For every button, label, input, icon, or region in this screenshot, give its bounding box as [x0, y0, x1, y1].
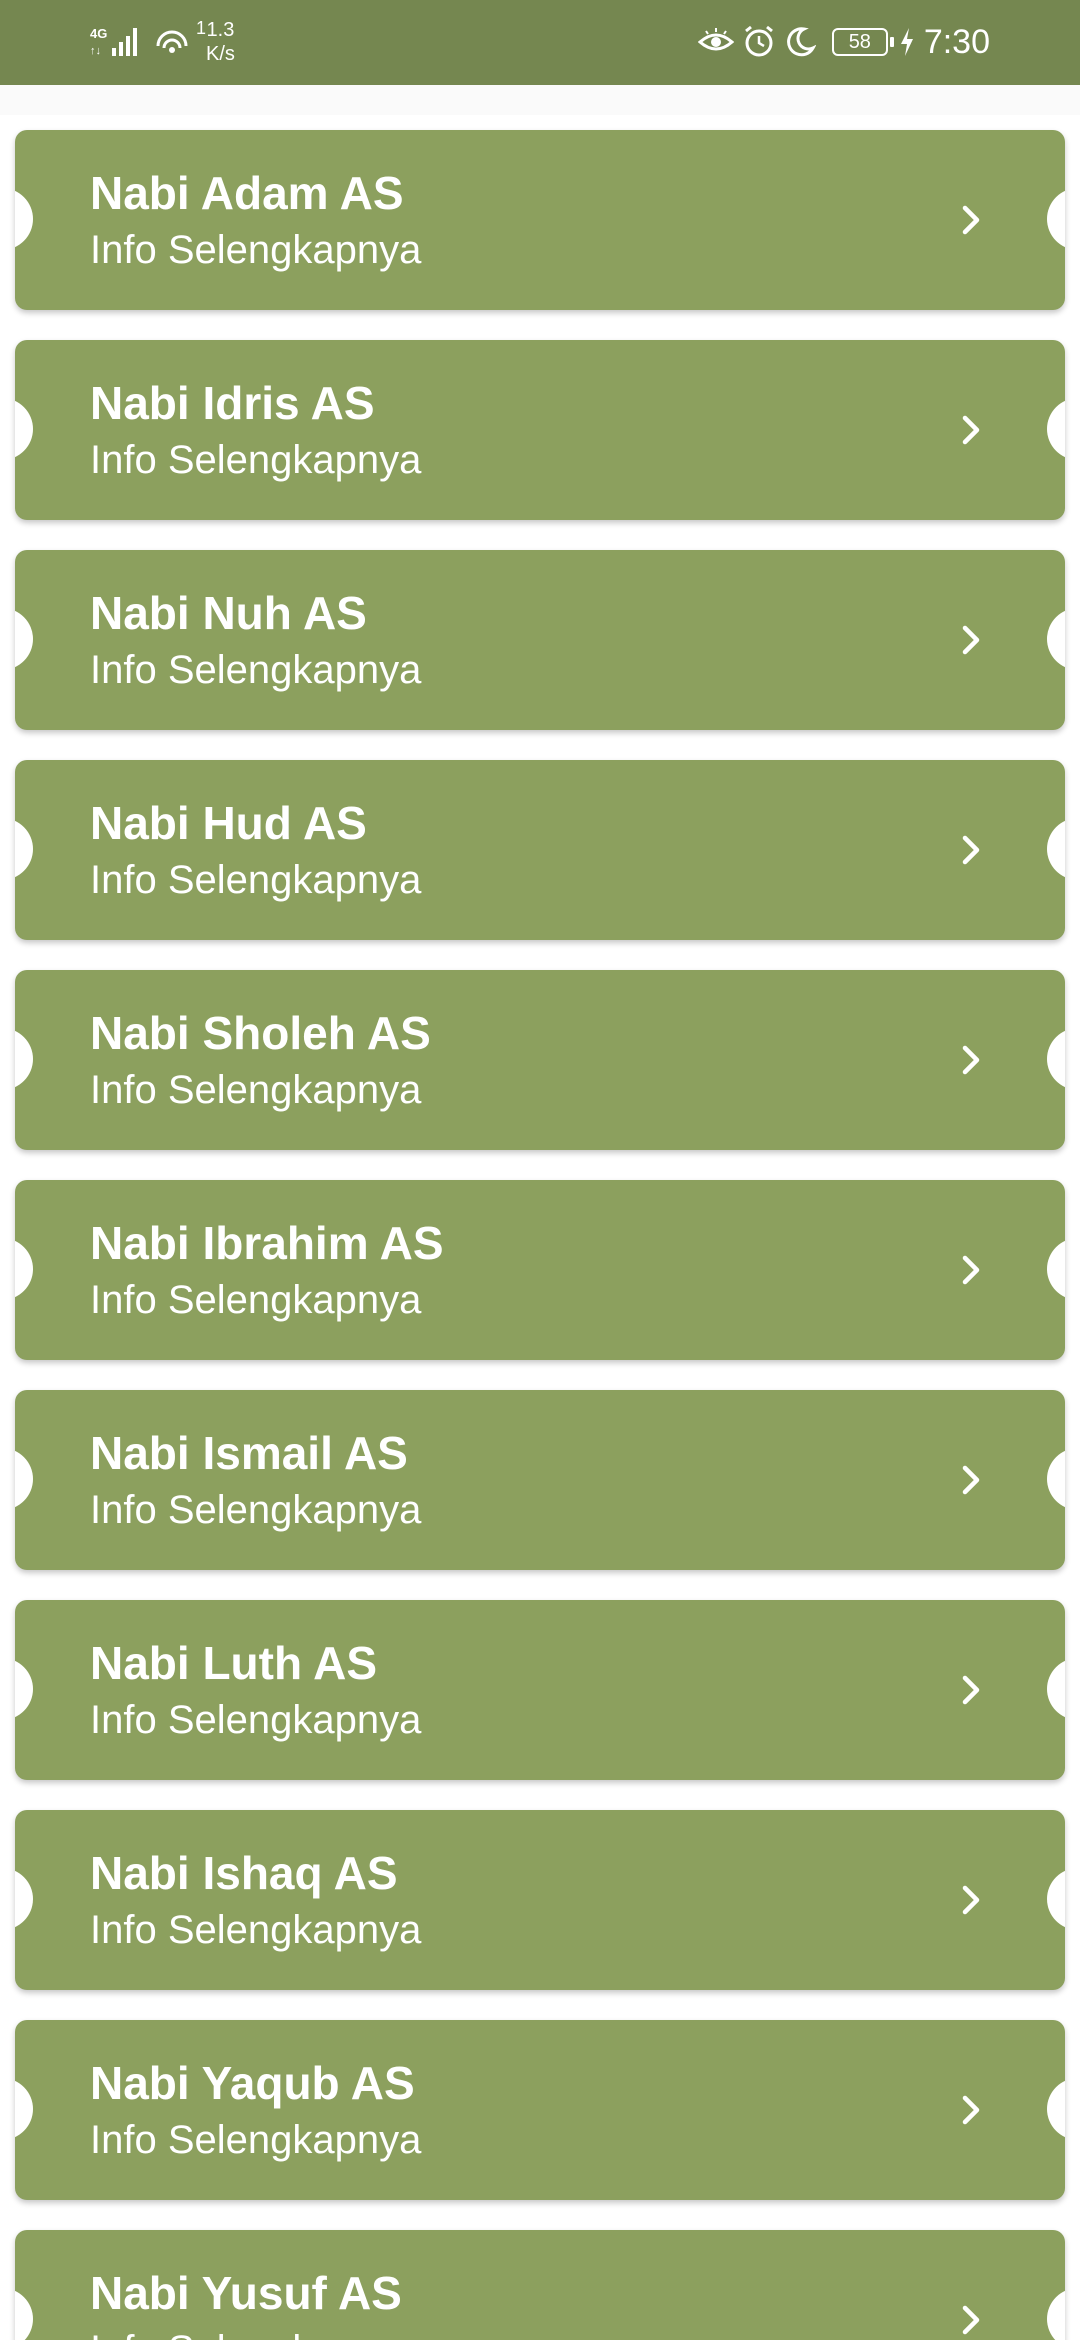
- prophet-name: Nabi Ibrahim AS: [90, 1217, 444, 1269]
- eye-icon: [697, 26, 734, 58]
- prophet-card[interactable]: Nabi Hud AS Info Selengkapnya: [15, 760, 1065, 940]
- alarm-icon: [742, 25, 776, 59]
- info-link-label: Info Selengkapnya: [90, 648, 422, 692]
- chevron-right-icon: [962, 1885, 980, 1915]
- net-speed-value: 1.3: [206, 19, 235, 41]
- prophet-card[interactable]: Nabi Sholeh AS Info Selengkapnya: [15, 970, 1065, 1150]
- status-bar: 4G ↑↓ 1 1.3 K/s 58 7:30: [0, 0, 1080, 85]
- prophet-name: Nabi Nuh AS: [90, 587, 367, 639]
- signal-icon: 4G ↑↓: [88, 24, 144, 60]
- chevron-right-icon: [962, 415, 980, 445]
- clock: 7:30: [923, 22, 990, 61]
- prophet-card[interactable]: Nabi Ibrahim AS Info Selengkapnya: [15, 1180, 1065, 1360]
- prophet-card[interactable]: Nabi Adam AS Info Selengkapnya: [15, 130, 1065, 310]
- network-speed: 1.3 K/s: [206, 18, 235, 66]
- prophet-card[interactable]: Nabi Yusuf AS Info Selengkapnya: [15, 2230, 1065, 2340]
- info-link-label: Info Selengkapnya: [90, 2118, 422, 2162]
- chevron-right-icon: [962, 1465, 980, 1495]
- card-notch-left: [15, 1238, 33, 1300]
- card-notch-left: [15, 818, 33, 880]
- chevron-right-icon: [962, 1675, 980, 1705]
- info-link-label: Info Selengkapnya: [90, 438, 422, 482]
- chevron-right-icon: [962, 1255, 980, 1285]
- info-link-label: Info Selengkapnya: [90, 1068, 422, 1112]
- prophet-card[interactable]: Nabi Idris AS Info Selengkapnya: [15, 340, 1065, 520]
- info-link-label: Info Selengkapnya: [90, 1278, 422, 1322]
- card-notch-right: [1047, 1868, 1065, 1930]
- card-notch-right: [1047, 398, 1065, 460]
- charging-icon: [900, 28, 914, 56]
- prophet-name: Nabi Idris AS: [90, 377, 375, 429]
- card-notch-left: [15, 1868, 33, 1930]
- card-notch-left: [15, 398, 33, 460]
- status-left: 4G ↑↓ 1 1.3 K/s: [88, 18, 235, 66]
- prophet-name: Nabi Ismail AS: [90, 1427, 408, 1479]
- card-notch-right: [1047, 1448, 1065, 1510]
- info-link-label: Info Selengkapnya: [90, 1698, 422, 1742]
- chevron-right-icon: [962, 2305, 980, 2335]
- card-notch-left: [15, 2078, 33, 2140]
- card-notch-right: [1047, 188, 1065, 250]
- card-notch-right: [1047, 2288, 1065, 2340]
- chevron-right-icon: [962, 205, 980, 235]
- chevron-right-icon: [962, 2095, 980, 2125]
- prophet-name: Nabi Luth AS: [90, 1637, 378, 1689]
- battery-level: 58: [831, 28, 894, 56]
- chevron-right-icon: [962, 1045, 980, 1075]
- prophet-card[interactable]: Nabi Ismail AS Info Selengkapnya: [15, 1390, 1065, 1570]
- prophet-card[interactable]: Nabi Luth AS Info Selengkapnya: [15, 1600, 1065, 1780]
- net-speed-unit: K/s: [206, 43, 235, 65]
- prophet-card[interactable]: Nabi Ishaq AS Info Selengkapnya: [15, 1810, 1065, 1990]
- card-notch-left: [15, 2288, 33, 2340]
- info-link-label: Info Selengkapnya: [90, 1488, 422, 1532]
- card-notch-right: [1047, 2078, 1065, 2140]
- svg-text:4G: 4G: [90, 26, 107, 41]
- prophet-name: Nabi Ishaq AS: [90, 1847, 398, 1899]
- svg-text:↑↓: ↑↓: [90, 45, 101, 57]
- card-notch-left: [15, 188, 33, 250]
- card-notch-left: [15, 1658, 33, 1720]
- chevron-right-icon: [962, 625, 980, 655]
- wifi-count: 1: [195, 18, 206, 38]
- prophet-name: Nabi Adam AS: [90, 167, 404, 219]
- moon-icon: [784, 26, 816, 58]
- card-notch-right: [1047, 818, 1065, 880]
- prophet-card[interactable]: Nabi Nuh AS Info Selengkapnya: [15, 550, 1065, 730]
- prophet-name: Nabi Hud AS: [90, 797, 367, 849]
- card-notch-right: [1047, 1028, 1065, 1090]
- card-notch-left: [15, 1028, 33, 1090]
- card-notch-right: [1047, 1658, 1065, 1720]
- card-notch-left: [15, 608, 33, 670]
- wifi-icon: 1: [154, 18, 206, 60]
- info-link-label: Info Selengkapnya: [90, 1908, 422, 1952]
- info-link-label: Info Selengkapnya: [90, 858, 422, 902]
- chevron-right-icon: [962, 835, 980, 865]
- card-notch-right: [1047, 1238, 1065, 1300]
- header-strip: [0, 85, 1080, 115]
- info-link-label: Info Selengkapnya: [90, 228, 422, 272]
- battery-icon: 58: [826, 28, 894, 56]
- card-notch-right: [1047, 608, 1065, 670]
- info-link-label: Info Selengkapnya: [90, 2328, 421, 2340]
- prophet-card[interactable]: Nabi Yaqub AS Info Selengkapnya: [15, 2020, 1065, 2200]
- prophet-name: Nabi Sholeh AS: [90, 1007, 431, 1059]
- status-right: 58 7:30: [697, 20, 990, 64]
- prophet-name: Nabi Yusuf AS: [90, 2267, 402, 2319]
- prophet-name: Nabi Yaqub AS: [90, 2057, 415, 2109]
- card-notch-left: [15, 1448, 33, 1510]
